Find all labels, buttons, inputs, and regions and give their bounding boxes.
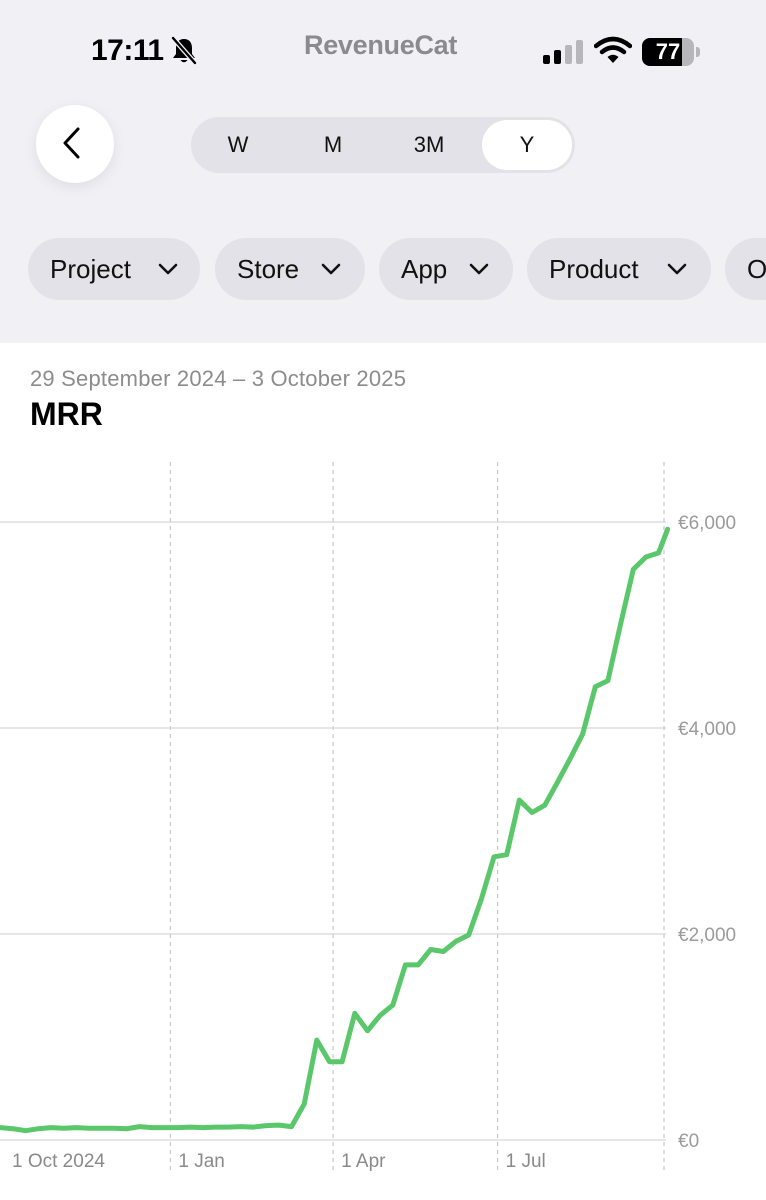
bell-muted-icon [171,36,197,65]
x-tick-label: 1 Oct 2024 [12,1151,105,1172]
filter-chip-project[interactable]: Project [28,238,200,300]
x-tick-label: 1 Jul [506,1151,546,1172]
period-option-w[interactable]: W [194,120,282,170]
x-tick-label: 1 Jan [178,1151,224,1172]
chevron-down-icon [158,263,178,275]
cellular-signal-icon [543,40,583,64]
date-range: 29 September 2024 – 3 October 2025 [30,366,407,391]
filter-chip-label: O [747,254,766,284]
chevron-down-icon [667,263,687,275]
mrr-line-chart[interactable]: €0 €2,000 €4,000 €6,000 1 Oct 2024 1 Jan 1 Apr… [0,440,766,1200]
wifi-icon [594,36,632,63]
filter-chip-label: App [401,254,448,284]
filter-chip-more[interactable]: O [725,238,766,300]
filter-chip-store[interactable]: Store [215,238,365,300]
filter-chip-label: Project [50,254,131,284]
battery-icon: 77 [642,38,700,66]
brand-logo: RevenueCat [304,30,458,60]
y-tick-label: €6,000 [678,513,736,534]
period-option-y[interactable]: Y [482,120,572,170]
metric-title: MRR [30,396,103,432]
period-option-m[interactable]: M [288,120,378,170]
status-time: 17:11 [91,34,164,67]
period-segmented-control: W M 3M Y [191,117,575,173]
x-tick-label: 1 Apr [341,1151,386,1172]
battery-percent: 77 [655,39,681,64]
y-tick-label: €2,000 [678,925,736,946]
filter-chip-app[interactable]: App [379,238,513,300]
chevron-down-icon [469,263,489,275]
filter-chip-label: Store [237,254,300,284]
filter-chip-product[interactable]: Product [527,238,711,300]
chevron-left-icon [63,127,80,159]
filter-chip-row: Project Store App Product O [0,238,766,300]
filter-chip-label: Product [549,254,639,284]
mrr-series-line [0,526,671,1134]
back-button[interactable] [36,105,114,183]
y-tick-label: €4,000 [678,719,736,740]
y-tick-label: €0 [678,1131,699,1152]
chevron-down-icon [321,263,341,275]
period-option-3m[interactable]: 3M [384,120,474,170]
